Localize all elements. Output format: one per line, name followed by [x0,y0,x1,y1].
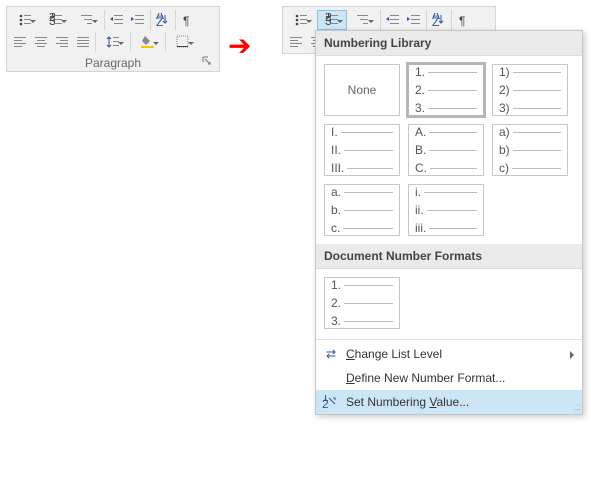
sort-button[interactable]: AZ [429,10,449,30]
row-1: 123 AZ ¶ [10,9,216,31]
decrease-indent-button[interactable] [383,10,403,30]
change-level-icon: ⇄ [322,347,340,361]
define-new-format-label: Define New Number Format... [346,371,505,385]
separator [150,10,151,30]
thumb-alpha-upper[interactable]: A. B. C. [408,124,484,176]
thumb-doc-decimal[interactable]: 1. 2. 3. [324,277,400,329]
thumb-roman-lower[interactable]: i. ii. iii. [408,184,484,236]
line-spacing-button[interactable] [98,32,128,52]
borders-button[interactable] [168,32,198,52]
align-left-button[interactable] [10,32,30,52]
separator [451,10,452,30]
paragraph-group-left: 123 AZ ¶ Paragraph [6,6,220,72]
bullets-button[interactable] [10,10,40,30]
set-value-icon: 12 [322,395,340,409]
numbering-button-open[interactable]: 123 [317,10,347,30]
document-formats-header: Document Number Formats [316,244,582,269]
decrease-indent-button[interactable] [107,10,127,30]
show-hide-button[interactable]: ¶ [178,10,198,30]
change-list-level-item[interactable]: ⇄ Change List Level [316,342,582,366]
thumb-roman-upper[interactable]: I. II. III. [324,124,400,176]
dialog-launcher-icon[interactable] [200,54,214,68]
resize-grip-icon[interactable]: .:: [575,402,580,413]
svg-text:Z: Z [432,15,439,27]
justify-button[interactable] [73,32,93,52]
group-caption: Paragraph [10,53,216,71]
numbering-library-header: Numbering Library [316,31,582,56]
separator [165,32,166,52]
bullets-button[interactable] [286,10,316,30]
change-list-level-label: Change List Level [346,347,442,361]
thumb-decimal-paren[interactable]: 1) 2) 3) [492,64,568,116]
thumb-alpha-lower-paren[interactable]: a) b) c) [492,124,568,176]
svg-text:¶: ¶ [459,14,465,27]
separator [95,32,96,52]
sort-button[interactable]: AZ [153,10,173,30]
group-label-text: Paragraph [85,56,141,70]
align-left-button[interactable] [286,32,306,52]
row-2 [10,31,216,53]
svg-text:2: 2 [322,397,329,409]
numbering-dropdown: Numbering Library None 1. 2. 3. 1) 2) 3)… [315,30,583,415]
align-center-button[interactable] [31,32,51,52]
svg-text:Z: Z [156,15,163,27]
increase-indent-button[interactable] [128,10,148,30]
set-numbering-value-label: Set Numbering Value... [346,395,469,409]
thumb-none[interactable]: None [324,64,400,116]
show-hide-button[interactable]: ¶ [454,10,474,30]
svg-text:3: 3 [325,14,332,27]
define-new-format-item[interactable]: Define New Number Format... [316,366,582,390]
numbering-button[interactable]: 123 [41,10,71,30]
multilevel-list-button[interactable] [348,10,378,30]
numbering-library-gallery: None 1. 2. 3. 1) 2) 3) I. II. III. A. B.… [316,56,582,244]
separator [426,10,427,30]
shading-button[interactable] [133,32,163,52]
arrow-icon: ➔ [228,32,251,60]
set-numbering-value-item[interactable]: 12 Set Numbering Value... [316,390,582,414]
thumb-alpha-lower-dot[interactable]: a. b. c. [324,184,400,236]
svg-text:¶: ¶ [183,14,189,27]
separator [175,10,176,30]
menu-separator [316,339,582,340]
increase-indent-button[interactable] [404,10,424,30]
row-1: 123 AZ ¶ [286,9,492,31]
separator [380,10,381,30]
separator [130,32,131,52]
multilevel-list-button[interactable] [72,10,102,30]
thumb-decimal-dot[interactable]: 1. 2. 3. [408,64,484,116]
align-right-button[interactable] [52,32,72,52]
svg-text:3: 3 [49,14,56,27]
separator [104,10,105,30]
document-formats-gallery: 1. 2. 3. [316,269,582,337]
